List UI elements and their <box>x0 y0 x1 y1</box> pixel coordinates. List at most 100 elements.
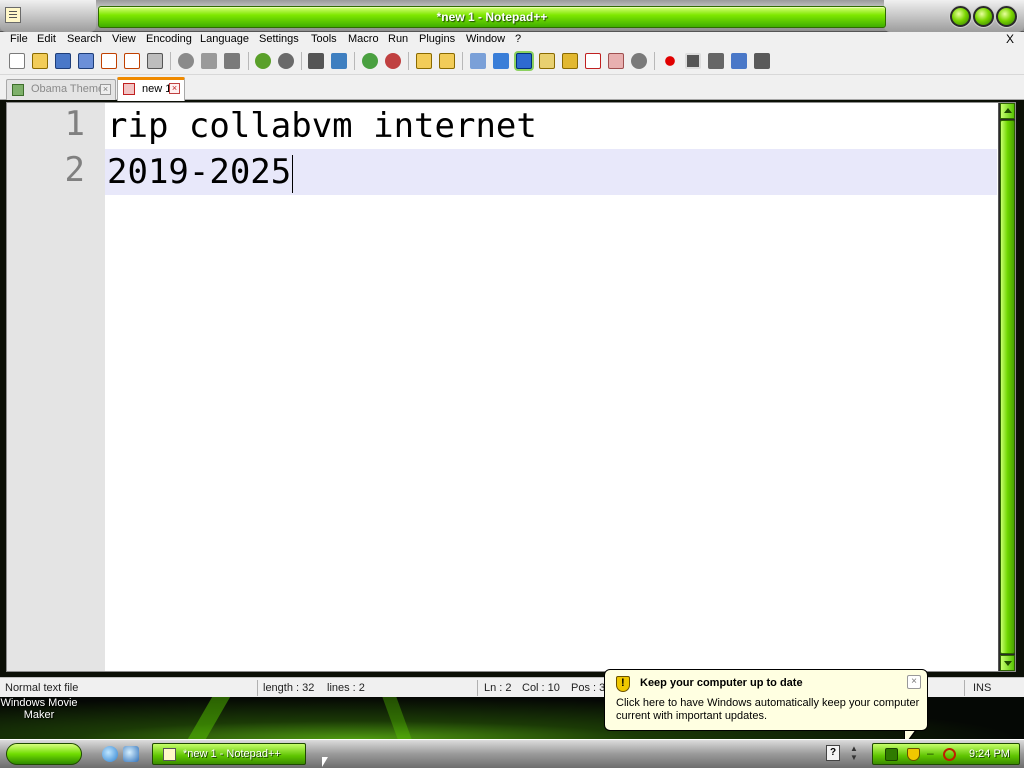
clock[interactable]: 9:24 PM <box>969 748 1010 760</box>
code-line-text: 2019-2025 <box>107 152 292 192</box>
editor-area[interactable]: 1 2 rip collabvm internet 2019-2025 <box>6 102 1016 672</box>
stop-macro-icon[interactable] <box>685 53 701 69</box>
folder-workspace-icon[interactable] <box>608 53 624 69</box>
status-column: Col : 10 <box>522 682 560 694</box>
menu-help[interactable]: ? <box>515 33 521 45</box>
status-insert-mode[interactable]: INS <box>973 682 991 694</box>
menu-plugins[interactable]: Plugins <box>419 33 455 45</box>
open-file-icon[interactable] <box>32 53 48 69</box>
user-language-icon[interactable] <box>539 53 555 69</box>
tab-bar: Obama Theme × new 1 × <box>0 75 1024 101</box>
line-number-gutter: 1 2 <box>7 103 105 671</box>
menu-search[interactable]: Search <box>67 33 102 45</box>
scroll-down-arrow-icon[interactable] <box>1000 655 1015 671</box>
monitoring-icon[interactable] <box>631 53 647 69</box>
copy-icon[interactable] <box>201 53 217 69</box>
undo-icon[interactable] <box>255 53 271 69</box>
menu-language[interactable]: Language <box>200 33 249 45</box>
status-separator <box>964 680 965 696</box>
close-document-button[interactable]: X <box>1006 32 1014 46</box>
menu-view[interactable]: View <box>112 33 136 45</box>
code-line[interactable]: rip collabvm internet <box>107 103 997 149</box>
menu-macro[interactable]: Macro <box>348 33 379 45</box>
zoom-in-icon[interactable] <box>362 53 378 69</box>
tray-expand-chevron-icon[interactable]: ▲ ▼ <box>850 744 858 762</box>
balloon-message[interactable]: Click here to have Windows automatically… <box>616 697 921 723</box>
system-tray: – 9:24 PM <box>872 743 1020 765</box>
menu-tools[interactable]: Tools <box>311 33 337 45</box>
paste-icon[interactable] <box>224 53 240 69</box>
toolbar-separator <box>654 52 655 70</box>
network-icon[interactable] <box>885 748 898 761</box>
word-wrap-icon[interactable] <box>470 53 486 69</box>
tab-new-1[interactable]: new 1 × <box>117 77 185 101</box>
taskbar-button-notepad[interactable]: *new 1 - Notepad++ <box>152 743 306 765</box>
cut-icon[interactable] <box>178 53 194 69</box>
text-caret <box>292 154 294 193</box>
toolbar-separator <box>462 52 463 70</box>
menu-file[interactable]: File <box>10 33 28 45</box>
menu-window[interactable]: Window <box>466 33 505 45</box>
balloon-close-button[interactable]: × <box>907 675 921 689</box>
tab-label: new 1 <box>142 83 172 95</box>
toolbar <box>0 48 1024 75</box>
document-map-icon[interactable] <box>562 53 578 69</box>
show-all-chars-icon[interactable] <box>493 53 509 69</box>
search-icon[interactable] <box>943 748 956 761</box>
update-notification-balloon[interactable]: Keep your computer up to date Click here… <box>604 669 928 731</box>
print-icon[interactable] <box>147 53 163 69</box>
replace-icon[interactable] <box>331 53 347 69</box>
status-separator <box>257 680 258 696</box>
notepad-app-icon[interactable] <box>5 7 21 23</box>
save-icon[interactable] <box>55 53 71 69</box>
menu-run[interactable]: Run <box>388 33 408 45</box>
close-icon[interactable] <box>101 53 117 69</box>
minimize-button[interactable] <box>950 6 971 27</box>
status-lines: lines : 2 <box>327 682 365 694</box>
sync-horizontal-icon[interactable] <box>439 53 455 69</box>
tab-close-icon[interactable]: × <box>169 83 180 94</box>
tab-obama-theme[interactable]: Obama Theme × <box>6 79 116 100</box>
notepad-icon <box>163 748 176 761</box>
tab-close-icon[interactable]: × <box>100 84 111 95</box>
toolbar-separator <box>301 52 302 70</box>
menu-settings[interactable]: Settings <box>259 33 299 45</box>
sync-vertical-icon[interactable] <box>416 53 432 69</box>
security-alert-icon[interactable] <box>907 748 920 761</box>
indent-guide-icon[interactable] <box>516 53 532 69</box>
save-macro-icon[interactable] <box>754 53 770 69</box>
code-line-current[interactable]: 2019-2025 <box>105 149 997 195</box>
tray-dash: – <box>927 746 934 760</box>
scroll-up-arrow-icon[interactable] <box>1000 103 1015 119</box>
title-strip: *new 1 - Notepad++ <box>98 6 886 28</box>
play-macro-icon[interactable] <box>708 53 724 69</box>
scroll-thumb[interactable] <box>1000 120 1015 654</box>
new-file-icon[interactable] <box>9 53 25 69</box>
toolbar-separator <box>354 52 355 70</box>
taskbar: *new 1 - Notepad++ ? ▲ ▼ – 9:24 PM <box>0 739 1024 768</box>
maximize-button[interactable] <box>973 6 994 27</box>
desktop-icon-label-movie-maker[interactable]: Windows Movie Maker <box>0 697 78 721</box>
vertical-scrollbar[interactable] <box>998 103 1015 671</box>
toolbar-separator <box>248 52 249 70</box>
menu-edit[interactable]: Edit <box>37 33 56 45</box>
run-macro-multiple-icon[interactable] <box>731 53 747 69</box>
function-list-icon[interactable] <box>585 53 601 69</box>
status-separator <box>477 680 478 696</box>
toolbar-separator <box>170 52 171 70</box>
show-desktop-icon[interactable] <box>123 746 139 762</box>
title-bar[interactable]: *new 1 - Notepad++ <box>0 0 1024 32</box>
help-icon[interactable]: ? <box>826 745 840 761</box>
close-all-icon[interactable] <box>124 53 140 69</box>
internet-explorer-icon[interactable] <box>102 746 118 762</box>
zoom-out-icon[interactable] <box>385 53 401 69</box>
start-button[interactable] <box>6 743 82 765</box>
code-line-text: rip collabvm internet <box>107 106 537 146</box>
menu-encoding[interactable]: Encoding <box>146 33 192 45</box>
tab-label: Obama Theme <box>31 83 105 95</box>
save-all-icon[interactable] <box>78 53 94 69</box>
redo-icon[interactable] <box>278 53 294 69</box>
record-macro-icon[interactable] <box>662 53 678 69</box>
find-icon[interactable] <box>308 53 324 69</box>
close-window-button[interactable] <box>996 6 1017 27</box>
